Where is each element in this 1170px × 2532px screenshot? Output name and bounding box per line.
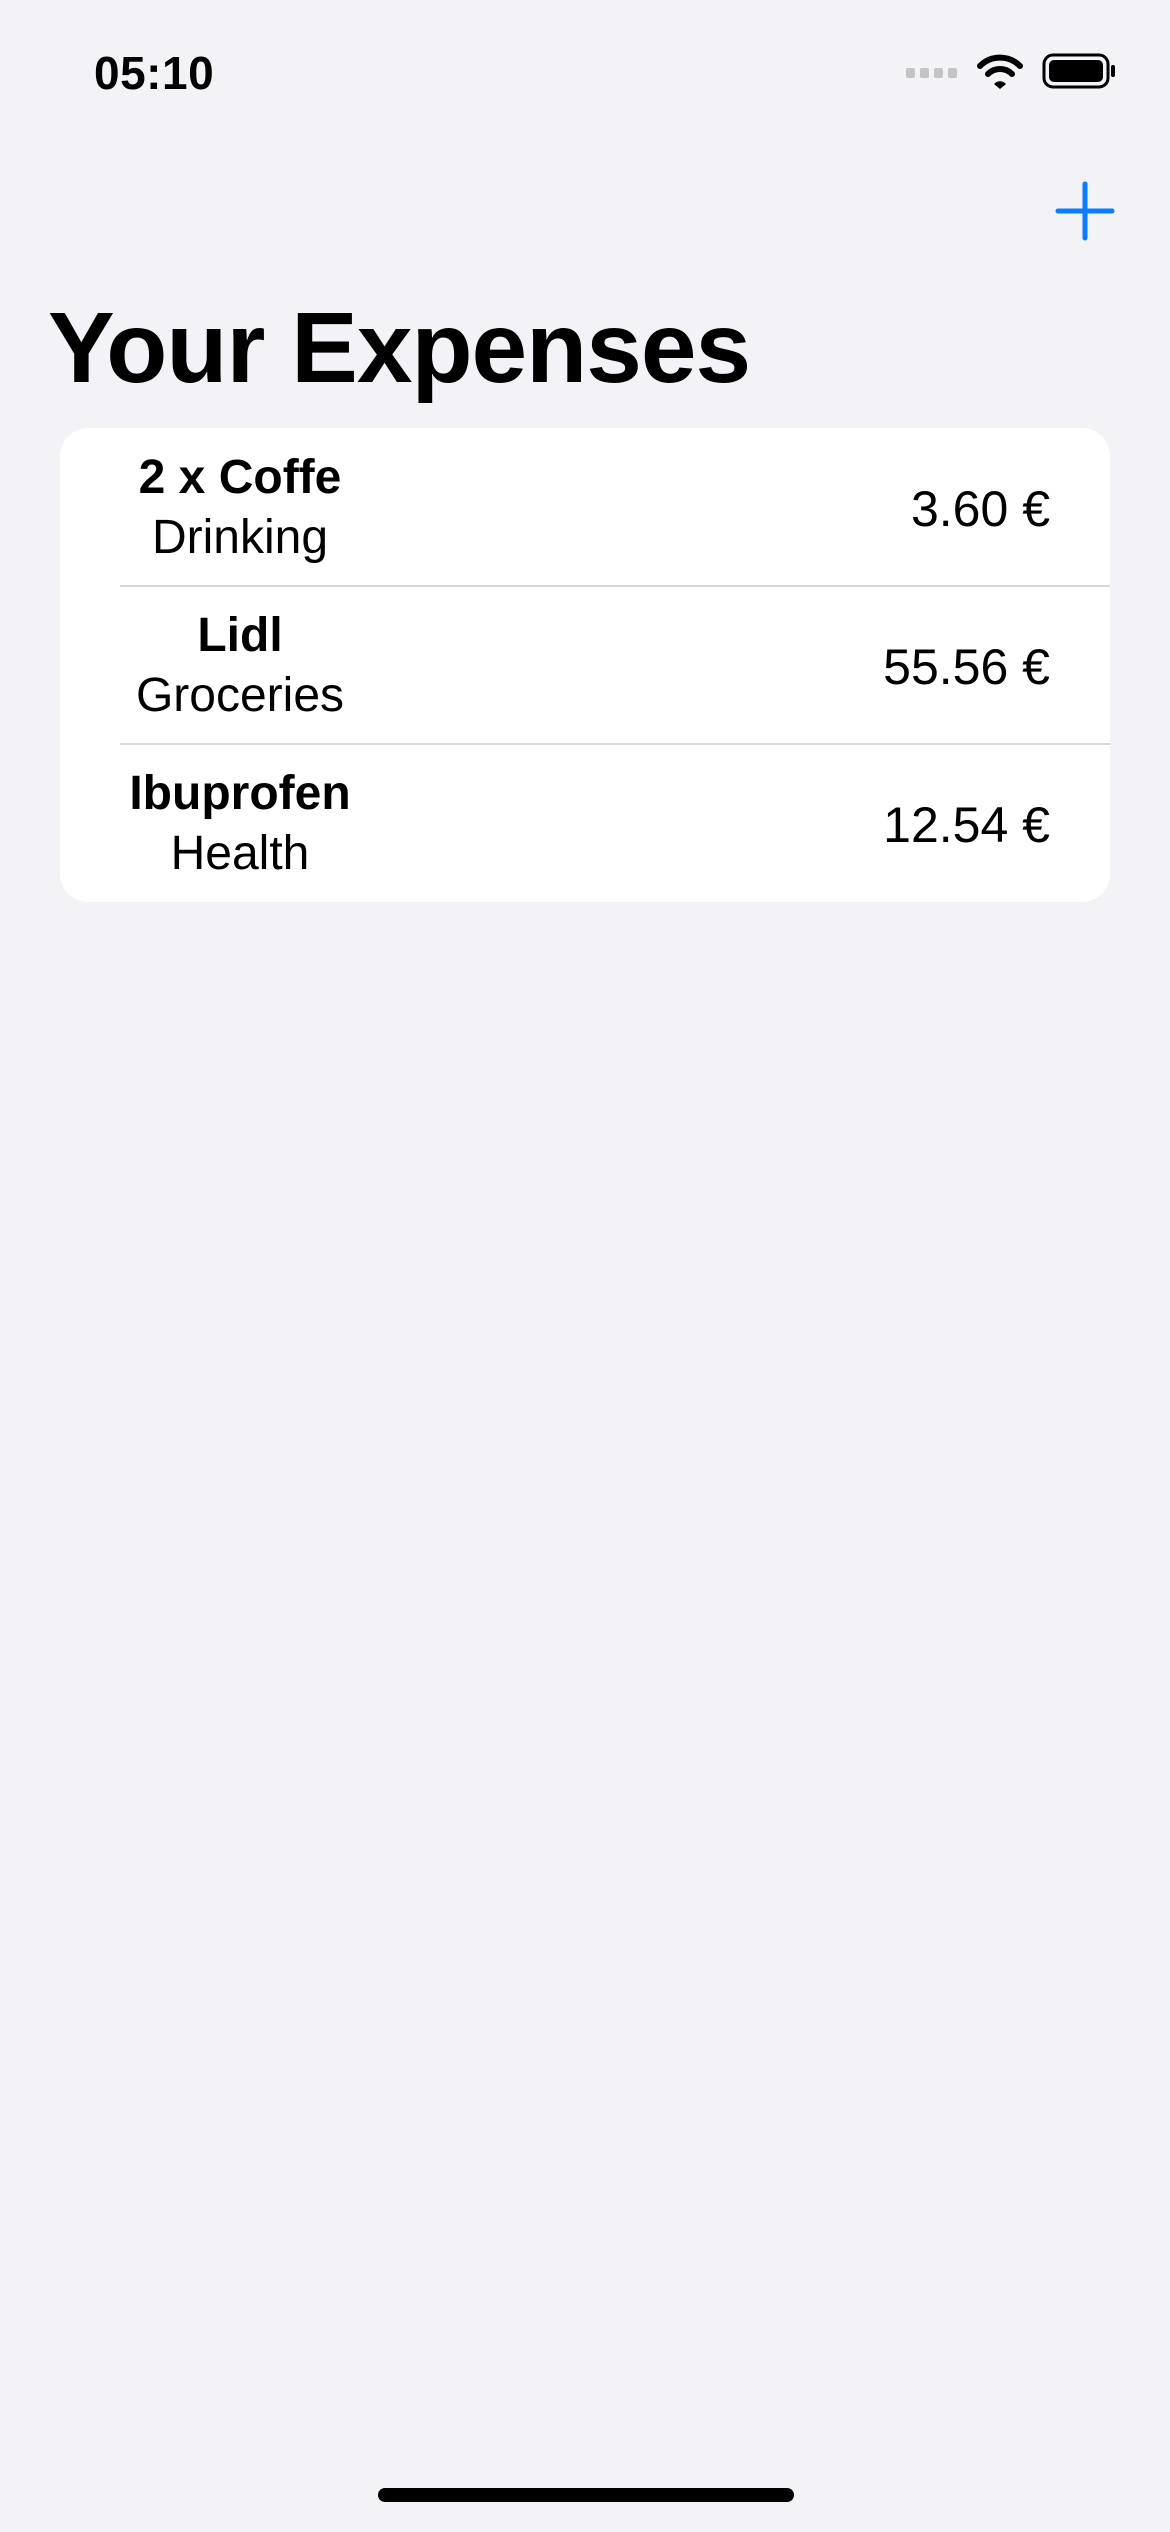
add-expense-button[interactable] — [1052, 178, 1118, 244]
expense-name: Ibuprofen — [129, 767, 351, 820]
expenses-list: 2 x Coffe Drinking 3.60 € Lidl Groceries… — [60, 428, 1110, 902]
expense-name: Lidl — [197, 609, 283, 662]
battery-icon — [1042, 53, 1115, 89]
expense-name: 2 x Coffe — [138, 451, 342, 504]
status-bar-icons — [906, 52, 1116, 90]
plus-icon — [1055, 181, 1115, 241]
page-title: Your Expenses — [48, 292, 751, 404]
expense-amount: 12.54 € — [883, 797, 1050, 853]
home-indicator[interactable] — [378, 2488, 794, 2502]
expense-row[interactable]: Ibuprofen Health 12.54 € — [60, 744, 1110, 902]
wifi-icon — [977, 54, 1023, 89]
expense-row[interactable]: 2 x Coffe Drinking 3.60 € — [60, 428, 1110, 586]
expense-amount: 55.56 € — [883, 639, 1050, 695]
expense-amount: 3.60 € — [910, 481, 1050, 537]
expense-row[interactable]: Lidl Groceries 55.56 € — [60, 586, 1110, 744]
expense-type: Health — [170, 827, 310, 880]
expense-type: Groceries — [135, 669, 345, 722]
status-bar-time: 05:10 — [94, 47, 215, 99]
cellular-signal-icon — [906, 68, 957, 78]
expense-type: Drinking — [151, 511, 329, 564]
